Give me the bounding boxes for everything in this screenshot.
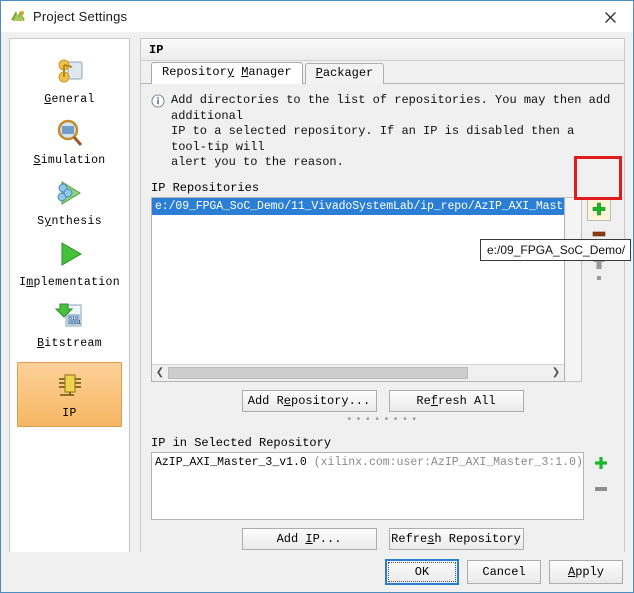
svg-text:0001: 0001 xyxy=(69,320,81,326)
info-icon xyxy=(151,94,165,111)
repository-list-item[interactable]: e:/09_FPGA_SoC_Demo/11_VivadoSystemLab/i… xyxy=(152,197,564,215)
vertical-scroll-track[interactable] xyxy=(566,197,580,381)
chevron-left-icon[interactable]: ❮ xyxy=(152,367,168,378)
sidebar-item-bitstream[interactable]: 010 0001 Bitstream xyxy=(10,295,129,356)
ip-list-item[interactable]: AzIP_AXI_Master_3_v1.0 (xilinx.com:user:… xyxy=(152,453,583,469)
ip-repositories-area: e:/09_FPGA_SoC_Demo/11_VivadoSystemLab/i… xyxy=(151,196,614,382)
sidebar-item-simulation[interactable]: Simulation xyxy=(10,112,129,173)
ip-repositories-list[interactable]: e:/09_FPGA_SoC_Demo/11_VivadoSystemLab/i… xyxy=(151,196,565,382)
add-repository-button[interactable]: Add Repository... xyxy=(241,389,377,412)
ip-vlnv: (xilinx.com:user:AzIP_AXI_Master_3:1.0) xyxy=(313,455,583,469)
general-icon xyxy=(50,55,90,91)
repositories-scroll-column[interactable] xyxy=(565,196,582,382)
horizontal-scrollbar[interactable]: ❮ ❯ xyxy=(152,363,564,381)
refresh-all-button[interactable]: Refresh All xyxy=(388,389,524,412)
panel-title: IP xyxy=(141,39,624,61)
title-bar: Project Settings xyxy=(1,1,633,32)
tab-repository-manager[interactable]: Repository Manager xyxy=(151,62,303,84)
sidebar-item-synthesis[interactable]: Synthesis xyxy=(10,173,129,234)
add-repository-plus-button[interactable] xyxy=(587,196,611,221)
settings-category-list: General Simulation Synthesis Implementat… xyxy=(9,38,130,554)
add-ip-plus-icon[interactable] xyxy=(593,455,609,472)
panel-content: Add directories to the list of repositor… xyxy=(141,84,624,553)
info-text: Add directories to the list of repositor… xyxy=(171,93,611,169)
dialog-body: General Simulation Synthesis Implementat… xyxy=(1,32,633,554)
sidebar-item-label: General xyxy=(44,93,95,106)
ok-button[interactable]: OK xyxy=(385,559,459,585)
ip-in-selected-repository-label: IP in Selected Repository xyxy=(151,435,332,450)
synthesis-icon xyxy=(50,177,90,213)
repository-buttons-row: Add Repository... Refresh All xyxy=(151,389,614,412)
cancel-button[interactable]: Cancel xyxy=(467,560,541,584)
apply-button[interactable]: Apply xyxy=(549,560,623,584)
sidebar-item-general[interactable]: General xyxy=(10,51,129,112)
sidebar-item-implementation[interactable]: Implementation xyxy=(10,234,129,295)
refresh-repository-button[interactable]: Refresh Repository xyxy=(388,527,524,550)
dialog-footer: OK Cancel Apply xyxy=(1,552,633,592)
add-ip-button[interactable]: Add IP... xyxy=(241,527,377,550)
sidebar-item-label: Bitstream xyxy=(37,337,102,350)
window-title: Project Settings xyxy=(33,9,128,24)
ip-action-buttons xyxy=(588,452,614,520)
scrollbar-thumb[interactable] xyxy=(168,366,468,379)
move-down-arrow-icon[interactable] xyxy=(588,273,610,283)
sidebar-item-label: IP xyxy=(62,407,77,420)
ip-in-repository-list[interactable]: AzIP_AXI_Master_3_v1.0 (xilinx.com:user:… xyxy=(151,451,584,520)
chevron-right-icon[interactable]: ❯ xyxy=(548,367,564,378)
sidebar-item-label: Simulation xyxy=(33,154,106,167)
remove-ip-minus-icon[interactable] xyxy=(593,478,609,494)
ip-settings-panel: IP Repository Manager Packager Add direc… xyxy=(140,38,625,554)
path-tooltip: e:/09_FPGA_SoC_Demo/ xyxy=(480,239,632,261)
vivado-icon xyxy=(9,8,27,26)
sidebar-item-ip[interactable]: IP xyxy=(17,362,122,427)
ip-icon xyxy=(50,369,90,405)
ip-repositories-label: IP Repositories xyxy=(151,180,260,195)
info-banner: Add directories to the list of repositor… xyxy=(151,93,614,171)
ip-name: AzIP_AXI_Master_3_v1.0 xyxy=(155,455,307,469)
project-settings-dialog: Project Settings General Simulation Synt… xyxy=(0,0,634,593)
sidebar-item-label: Synthesis xyxy=(37,215,102,228)
simulation-icon xyxy=(50,116,90,152)
close-icon[interactable] xyxy=(595,5,625,29)
bitstream-icon: 010 0001 xyxy=(50,299,90,335)
sidebar-item-label: Implementation xyxy=(19,276,120,289)
implementation-icon xyxy=(50,238,90,274)
ip-buttons-row: Add IP... Refresh Repository xyxy=(151,527,614,550)
tab-bar: Repository Manager Packager xyxy=(141,61,624,84)
repository-action-buttons xyxy=(584,196,614,382)
ip-in-repository-area: AzIP_AXI_Master_3_v1.0 (xilinx.com:user:… xyxy=(151,451,614,520)
splitter-handle[interactable]: • • • • • • • • xyxy=(151,414,614,426)
tab-packager[interactable]: Packager xyxy=(304,63,385,84)
